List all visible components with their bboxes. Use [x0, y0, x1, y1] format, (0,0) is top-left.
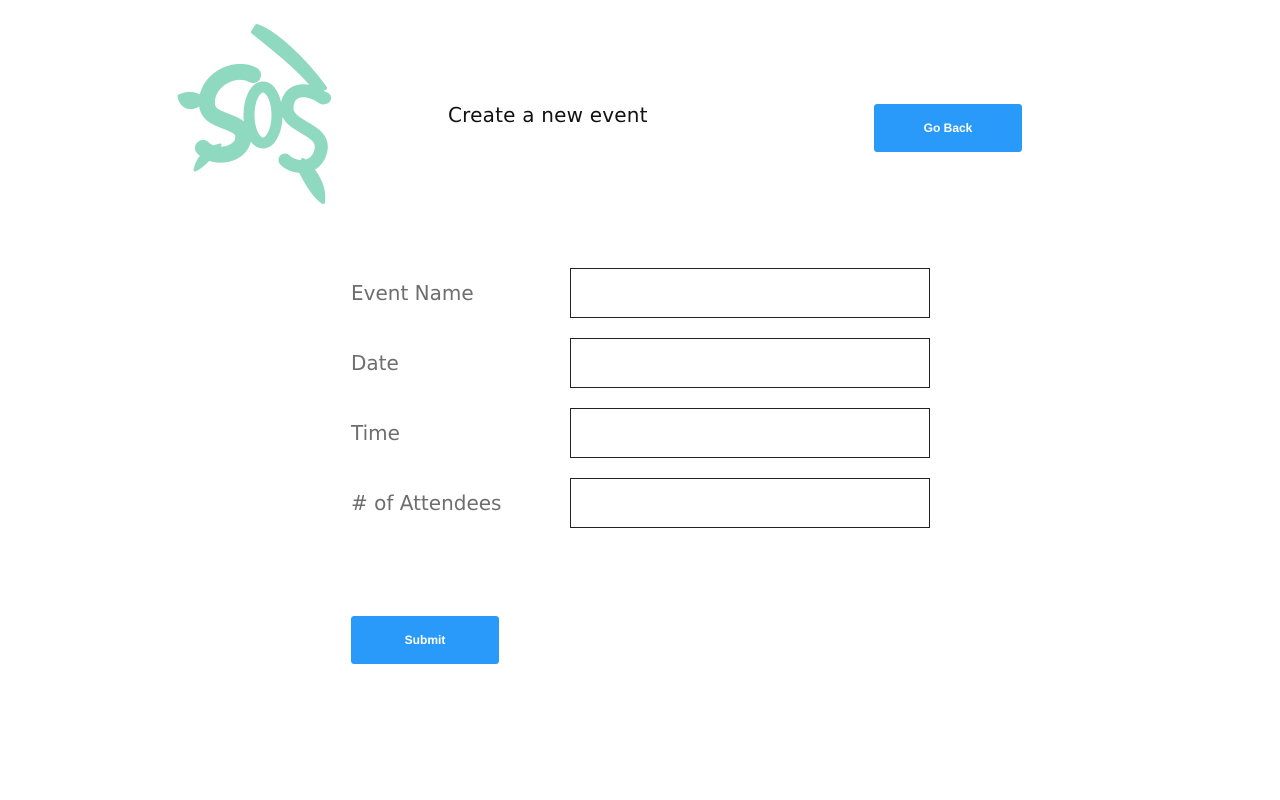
attendees-label: # of Attendees [351, 491, 502, 515]
attendees-input[interactable] [570, 478, 930, 528]
date-input[interactable] [570, 338, 930, 388]
sos-logo-icon [177, 24, 331, 204]
event-name-input[interactable] [570, 268, 930, 318]
event-name-label: Event Name [351, 281, 474, 305]
time-input[interactable] [570, 408, 930, 458]
page-title: Create a new event [448, 103, 648, 127]
page: Create a new event Go Back Event Name Da… [0, 0, 1280, 800]
submit-button[interactable]: Submit [351, 616, 499, 664]
go-back-button[interactable]: Go Back [874, 104, 1022, 152]
time-label: Time [351, 421, 400, 445]
date-label: Date [351, 351, 399, 375]
